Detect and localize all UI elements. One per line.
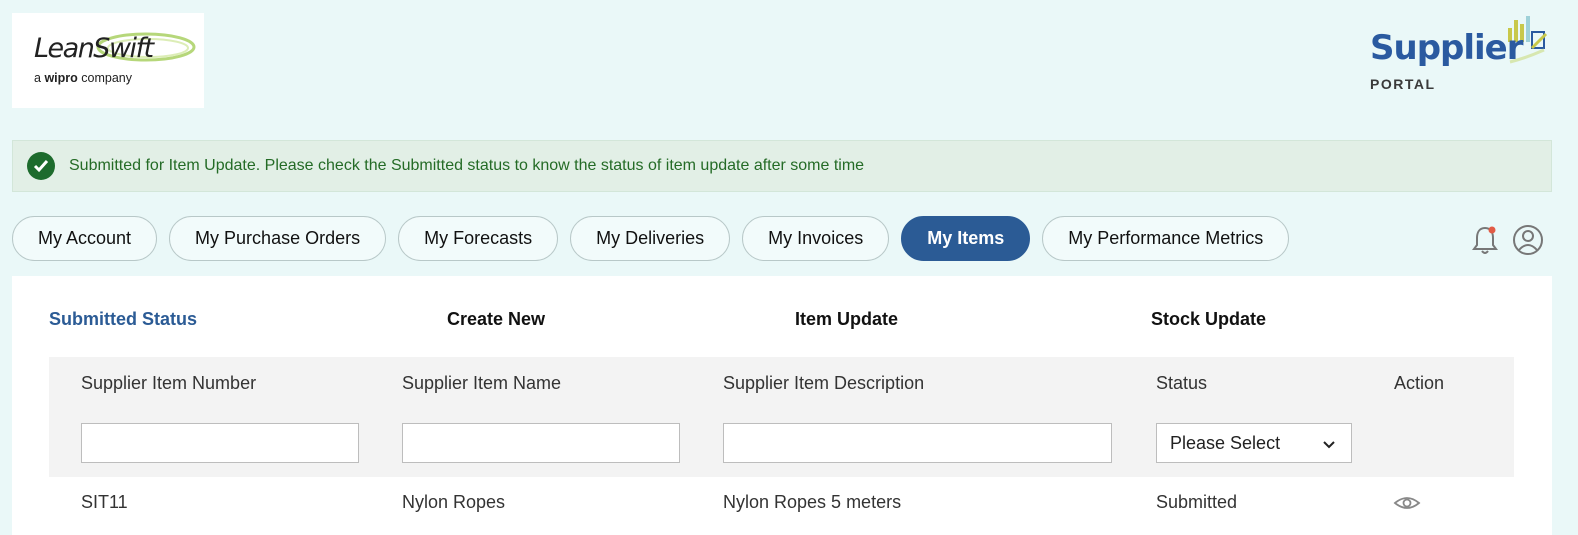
- success-alert: Submitted for Item Update. Please check …: [12, 140, 1552, 192]
- cell-item-number: SIT11: [81, 492, 128, 512]
- logo-company-name: LeanSwift: [34, 33, 154, 64]
- eye-icon[interactable]: [1393, 493, 1421, 513]
- column-header-action: Action: [1394, 373, 1445, 393]
- status-select-value: Please Select: [1170, 432, 1281, 453]
- tab-my-account[interactable]: My Account: [12, 216, 158, 261]
- company-logo: LeanSwift a wipro company: [12, 13, 204, 108]
- portal-title: Supplier: [1370, 28, 1524, 68]
- user-icon[interactable]: [1512, 224, 1544, 256]
- bell-icon[interactable]: [1470, 224, 1500, 256]
- chevron-down-icon: [1323, 441, 1335, 449]
- tab-my-purchase-orders[interactable]: My Purchase Orders: [169, 216, 387, 261]
- subnav-create-new[interactable]: Create New: [447, 309, 545, 330]
- check-circle-icon: [27, 152, 55, 180]
- main-tabs: My Account My Purchase Orders My Forecas…: [12, 216, 1301, 261]
- cell-status: Submitted: [1156, 492, 1238, 512]
- tab-my-items[interactable]: My Items: [901, 216, 1031, 261]
- subnav-item-update[interactable]: Item Update: [795, 309, 898, 330]
- cell-item-description: Nylon Ropes 5 meters: [723, 492, 902, 512]
- tab-my-performance-metrics[interactable]: My Performance Metrics: [1042, 216, 1290, 261]
- supplier-portal-logo: Supplier PORTAL: [1370, 14, 1550, 98]
- subnav-submitted-status[interactable]: Submitted Status: [49, 309, 197, 330]
- column-header-item-number: Supplier Item Number: [81, 373, 257, 393]
- tab-my-forecasts[interactable]: My Forecasts: [398, 216, 559, 261]
- tab-my-deliveries[interactable]: My Deliveries: [570, 216, 731, 261]
- logo-tagline: a wipro company: [34, 71, 132, 85]
- table-header: Supplier Item Number Supplier Item Name …: [49, 357, 1514, 477]
- column-header-status: Status: [1156, 373, 1208, 393]
- filter-item-name-input[interactable]: [402, 423, 680, 463]
- filter-status-select[interactable]: Please Select: [1156, 423, 1352, 463]
- tab-my-invoices[interactable]: My Invoices: [742, 216, 890, 261]
- column-header-item-description: Supplier Item Description: [723, 373, 925, 393]
- alert-message: Submitted for Item Update. Please check …: [69, 157, 865, 174]
- cell-item-name: Nylon Ropes: [402, 492, 506, 512]
- filter-item-description-input[interactable]: [723, 423, 1112, 463]
- filter-item-number-input[interactable]: [81, 423, 359, 463]
- subnav-stock-update[interactable]: Stock Update: [1151, 309, 1266, 330]
- items-panel: Submitted Status Create New Item Update …: [12, 276, 1552, 535]
- column-header-item-name: Supplier Item Name: [402, 373, 562, 393]
- portal-subtitle: PORTAL: [1370, 76, 1436, 92]
